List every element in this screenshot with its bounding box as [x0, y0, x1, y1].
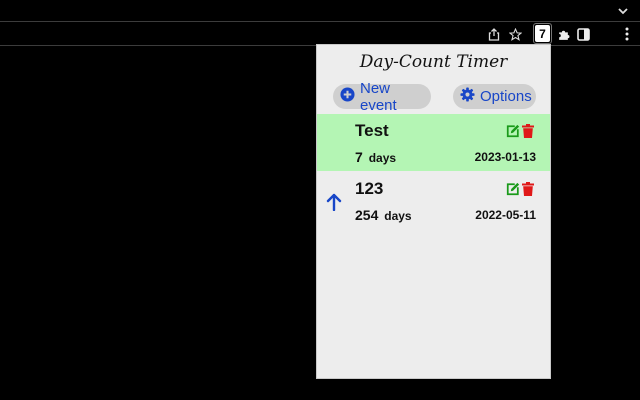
options-label: Options: [480, 88, 532, 105]
event-name: Test: [355, 121, 389, 140]
event-day-count: 7 days: [355, 149, 396, 165]
new-event-button[interactable]: New event: [333, 80, 431, 114]
event-date: 2022-05-11: [475, 208, 536, 222]
side-panel-icon[interactable]: [575, 26, 591, 42]
event-day-count: 254 days: [355, 207, 412, 223]
options-button[interactable]: Options: [453, 84, 536, 109]
edit-icon[interactable]: [506, 124, 520, 138]
event-name: 123: [355, 179, 384, 198]
new-event-label: New event: [360, 79, 397, 114]
day-count-extension-button[interactable]: 7: [535, 25, 550, 42]
trash-icon[interactable]: [522, 124, 536, 138]
event-date: 2023-01-13: [474, 150, 536, 164]
day-count-unit: days: [368, 151, 397, 165]
more-vert-icon[interactable]: [619, 26, 635, 42]
event-row[interactable]: Test 7 days 2023-01-13: [317, 114, 550, 171]
arrow-up-icon[interactable]: [326, 193, 342, 212]
chevron-down-icon[interactable]: [616, 4, 630, 18]
plus-circle-icon: [340, 87, 355, 106]
bookmark-star-icon[interactable]: [507, 26, 523, 42]
day-count-value: 254: [355, 207, 379, 223]
browser-toolbar: 7: [0, 22, 640, 46]
event-row[interactable]: 123 254 days 2022-05-11: [317, 172, 550, 229]
trash-icon[interactable]: [522, 182, 536, 196]
edit-icon[interactable]: [506, 182, 520, 196]
day-count-value: 7: [355, 149, 363, 165]
tab-strip: [0, 0, 640, 22]
extension-popup: Day-Count Timer New event Options Test 7…: [316, 44, 551, 379]
extensions-puzzle-icon[interactable]: [555, 26, 571, 42]
share-icon[interactable]: [486, 26, 502, 42]
popup-title: Day-Count Timer: [359, 52, 508, 72]
gear-icon: [460, 87, 475, 106]
day-count-unit: days: [384, 209, 412, 223]
